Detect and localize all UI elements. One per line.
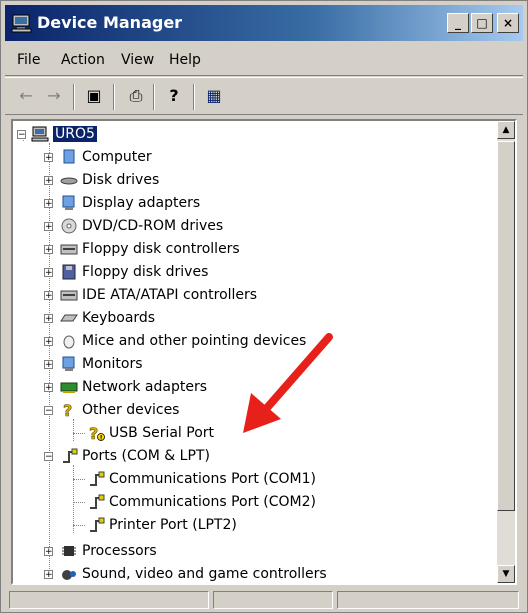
floppy-controller-icon xyxy=(60,244,78,255)
toolbar-separator xyxy=(73,84,75,110)
tree-item-sound-video-game[interactable]: + Sound, video and game controllers xyxy=(44,563,327,583)
computer-icon xyxy=(63,149,75,164)
tree-item-disk-drives[interactable]: + Disk drives xyxy=(44,169,159,191)
tree-item-computer[interactable]: + Computer xyxy=(44,146,152,168)
tree-item-ide-controllers[interactable]: + IDE ATA/ATAPI controllers xyxy=(44,284,257,306)
tree-connector xyxy=(73,502,85,503)
help-icon[interactable]: ? xyxy=(161,84,187,108)
port-icon xyxy=(90,471,105,486)
expand-icon[interactable]: + xyxy=(44,291,53,301)
toolbar-separator xyxy=(153,84,155,110)
close-button[interactable]: × xyxy=(497,13,519,33)
collapse-icon[interactable]: − xyxy=(17,130,26,140)
expand-icon[interactable]: + xyxy=(44,153,53,163)
svg-text:!: ! xyxy=(100,435,103,442)
port-icon xyxy=(63,448,78,463)
menu-file[interactable]: File xyxy=(17,52,40,68)
port-icon xyxy=(90,494,105,509)
floppy-drive-icon xyxy=(62,264,76,280)
expand-icon[interactable]: + xyxy=(44,314,53,324)
tree-connector xyxy=(73,465,74,533)
menu-help[interactable]: Help xyxy=(169,52,201,68)
device-manager-window: Device Manager _ □ × File Action View He… xyxy=(0,0,528,613)
expand-icon[interactable]: + xyxy=(44,547,53,557)
device-manager-icon xyxy=(11,14,32,33)
expand-icon[interactable]: + xyxy=(44,222,53,232)
expand-icon[interactable]: + xyxy=(44,570,53,580)
expand-icon[interactable]: + xyxy=(44,337,53,347)
tree-connector xyxy=(73,433,85,434)
tree-item-floppy-disk-controllers[interactable]: + Floppy disk controllers xyxy=(44,238,240,260)
tree-item-usb-serial-port[interactable]: ?! USB Serial Port xyxy=(87,422,214,444)
tree-root[interactable]: − URO5 xyxy=(17,123,97,145)
keyboard-icon xyxy=(60,314,78,322)
print-icon[interactable]: ⎙ xyxy=(123,84,149,108)
expand-icon[interactable]: + xyxy=(44,268,53,278)
properties-icon[interactable]: ▣ xyxy=(81,84,107,108)
expand-icon[interactable]: + xyxy=(44,199,53,209)
unknown-device-icon: ? xyxy=(63,402,73,418)
tree-item-floppy-disk-drives[interactable]: + Floppy disk drives xyxy=(44,261,208,283)
tree-item-com1[interactable]: Communications Port (COM1) xyxy=(87,468,316,490)
expand-icon[interactable]: + xyxy=(44,360,53,370)
tree-item-ports[interactable]: − Ports (COM & LPT) xyxy=(44,445,210,467)
menu-action[interactable]: Action xyxy=(61,52,105,68)
back-arrow-icon[interactable]: ← xyxy=(13,84,39,108)
tree-item-keyboards[interactable]: + Keyboards xyxy=(44,307,155,329)
scan-hardware-icon[interactable]: ▦ xyxy=(201,84,227,108)
tree-item-com2[interactable]: Communications Port (COM2) xyxy=(87,491,316,513)
processor-icon xyxy=(62,546,76,556)
expand-icon[interactable]: + xyxy=(44,245,53,255)
scroll-up-icon[interactable]: ▲ xyxy=(497,121,515,139)
tree-connector xyxy=(73,479,85,480)
toolbar: ← → ▣ ⎙ ? ▦ xyxy=(5,77,523,115)
ide-controller-icon xyxy=(60,290,78,301)
monitor-icon xyxy=(62,356,75,371)
computer-icon xyxy=(31,126,49,142)
display-adapter-icon xyxy=(62,195,75,210)
unknown-device-warning-icon: ?! xyxy=(89,425,105,442)
maximize-button[interactable]: □ xyxy=(471,13,493,33)
forward-arrow-icon[interactable]: → xyxy=(41,84,67,108)
tree-item-processors[interactable]: + Processors xyxy=(44,540,157,562)
scroll-thumb[interactable] xyxy=(497,141,515,511)
mouse-icon xyxy=(63,335,75,349)
toolbar-separator xyxy=(113,84,115,110)
window-title: Device Manager xyxy=(37,13,183,32)
menu-bar: File Action View Help xyxy=(5,45,523,76)
scroll-down-icon[interactable]: ▼ xyxy=(497,565,515,583)
tree-item-other-devices[interactable]: − ? Other devices xyxy=(44,399,179,421)
tree-item-network-adapters[interactable]: + Network adapters xyxy=(44,376,207,398)
collapse-icon[interactable]: − xyxy=(44,452,53,462)
menu-view[interactable]: View xyxy=(121,52,154,68)
tree-connector xyxy=(73,419,74,441)
network-adapter-icon xyxy=(60,382,78,393)
tree-item-monitors[interactable]: + Monitors xyxy=(44,353,143,375)
collapse-icon[interactable]: − xyxy=(44,406,53,416)
toolbar-separator xyxy=(193,84,195,110)
root-label: URO5 xyxy=(53,126,97,142)
disk-drive-icon xyxy=(60,177,78,185)
cdrom-icon xyxy=(61,218,77,234)
status-panel xyxy=(9,591,209,609)
expand-icon[interactable]: + xyxy=(44,383,53,393)
status-panel xyxy=(337,591,519,609)
tree-connector xyxy=(73,525,85,526)
tree-item-lpt2[interactable]: Printer Port (LPT2) xyxy=(87,514,237,536)
vertical-scrollbar[interactable]: ▲ ▼ xyxy=(497,121,515,583)
status-panel xyxy=(213,591,333,609)
port-icon xyxy=(90,517,105,532)
status-bar xyxy=(5,589,523,609)
tree-item-dvd-cdrom-drives[interactable]: + DVD/CD-ROM drives xyxy=(44,215,223,237)
minimize-button[interactable]: _ xyxy=(447,13,469,33)
title-bar[interactable]: Device Manager _ □ × xyxy=(5,5,523,41)
red-arrow-icon xyxy=(243,333,333,433)
sound-icon xyxy=(62,570,76,580)
svg-text:?: ? xyxy=(63,402,72,418)
tree-item-display-adapters[interactable]: + Display adapters xyxy=(44,192,200,214)
svg-text:?: ? xyxy=(89,425,98,441)
expand-icon[interactable]: + xyxy=(44,176,53,186)
